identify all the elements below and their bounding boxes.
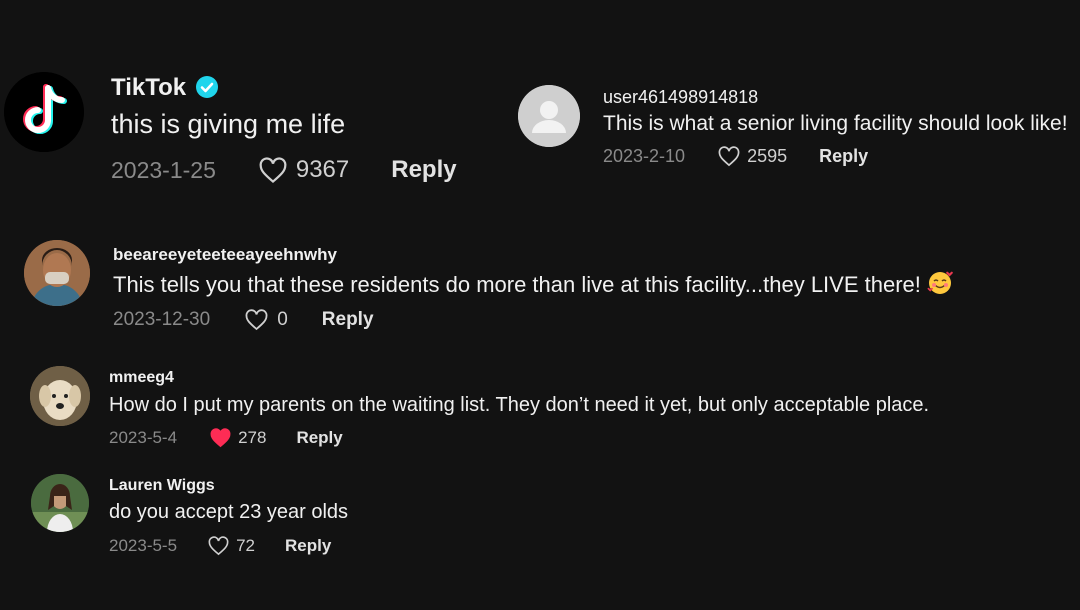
- comment-text: How do I put my parents on the waiting l…: [109, 394, 930, 416]
- comment-date: 2023-12-30: [113, 309, 211, 330]
- user-avatar[interactable]: [24, 240, 90, 306]
- comment-meta: 2023-1-25 9367 Reply: [111, 156, 457, 184]
- verified-badge-icon: [196, 76, 218, 98]
- comment-text: This tells you that these residents do m…: [113, 270, 953, 302]
- like-button[interactable]: 0: [244, 309, 288, 331]
- heart-outline-icon: [244, 309, 269, 331]
- comment-date: 2023-5-4: [109, 428, 178, 447]
- heart-outline-icon: [258, 156, 288, 184]
- dog-avatar[interactable]: [30, 366, 90, 426]
- comment-date: 2023-1-25: [111, 156, 216, 183]
- tiktok-logo-icon[interactable]: [4, 72, 84, 152]
- reply-button[interactable]: Reply: [322, 309, 374, 331]
- reply-button[interactable]: Reply: [285, 536, 331, 556]
- comment-text: This is what a senior living facility sh…: [603, 112, 1068, 135]
- reply-button[interactable]: Reply: [296, 428, 342, 448]
- smiling-face-with-hearts-icon: [927, 270, 953, 302]
- like-button[interactable]: 9367: [258, 156, 349, 184]
- heart-outline-icon: [207, 536, 230, 556]
- heart-filled-icon: [209, 428, 232, 448]
- like-button[interactable]: 72: [207, 536, 255, 556]
- comment-text: this is giving me life: [111, 109, 346, 139]
- comment-username[interactable]: mmeeg4: [109, 369, 174, 387]
- comment-meta: 2023-2-10 2595 Reply: [603, 146, 868, 167]
- like-count: 0: [277, 309, 288, 330]
- comment-username[interactable]: TikTok: [111, 74, 186, 102]
- reply-button[interactable]: Reply: [391, 156, 456, 184]
- comment-meta: 2023-12-30 0 Reply: [113, 309, 374, 331]
- like-count: 278: [238, 428, 267, 447]
- user-avatar[interactable]: [31, 474, 89, 532]
- like-count: 2595: [747, 146, 788, 166]
- like-count: 9367: [295, 156, 350, 183]
- comment-meta: 2023-5-4 278 Reply: [109, 428, 343, 448]
- like-button[interactable]: 2595: [717, 146, 787, 167]
- comment-date: 2023-2-10: [603, 146, 686, 166]
- like-button[interactable]: 278: [209, 428, 266, 448]
- comment-username[interactable]: beeareeyeteeteeayeehnwhy: [113, 245, 337, 265]
- comment-username[interactable]: Lauren Wiggs: [109, 477, 215, 495]
- reply-button[interactable]: Reply: [819, 146, 868, 167]
- comment-username[interactable]: user461498914818: [603, 87, 758, 108]
- heart-outline-icon: [717, 146, 741, 167]
- like-count: 72: [236, 536, 255, 555]
- default-user-icon[interactable]: [518, 85, 580, 147]
- comment-meta: 2023-5-5 72 Reply: [109, 536, 331, 556]
- comment-date: 2023-5-5: [109, 536, 178, 555]
- comment-text: do you accept 23 year olds: [109, 501, 349, 523]
- comment-text-body: This tells you that these residents do m…: [113, 271, 921, 297]
